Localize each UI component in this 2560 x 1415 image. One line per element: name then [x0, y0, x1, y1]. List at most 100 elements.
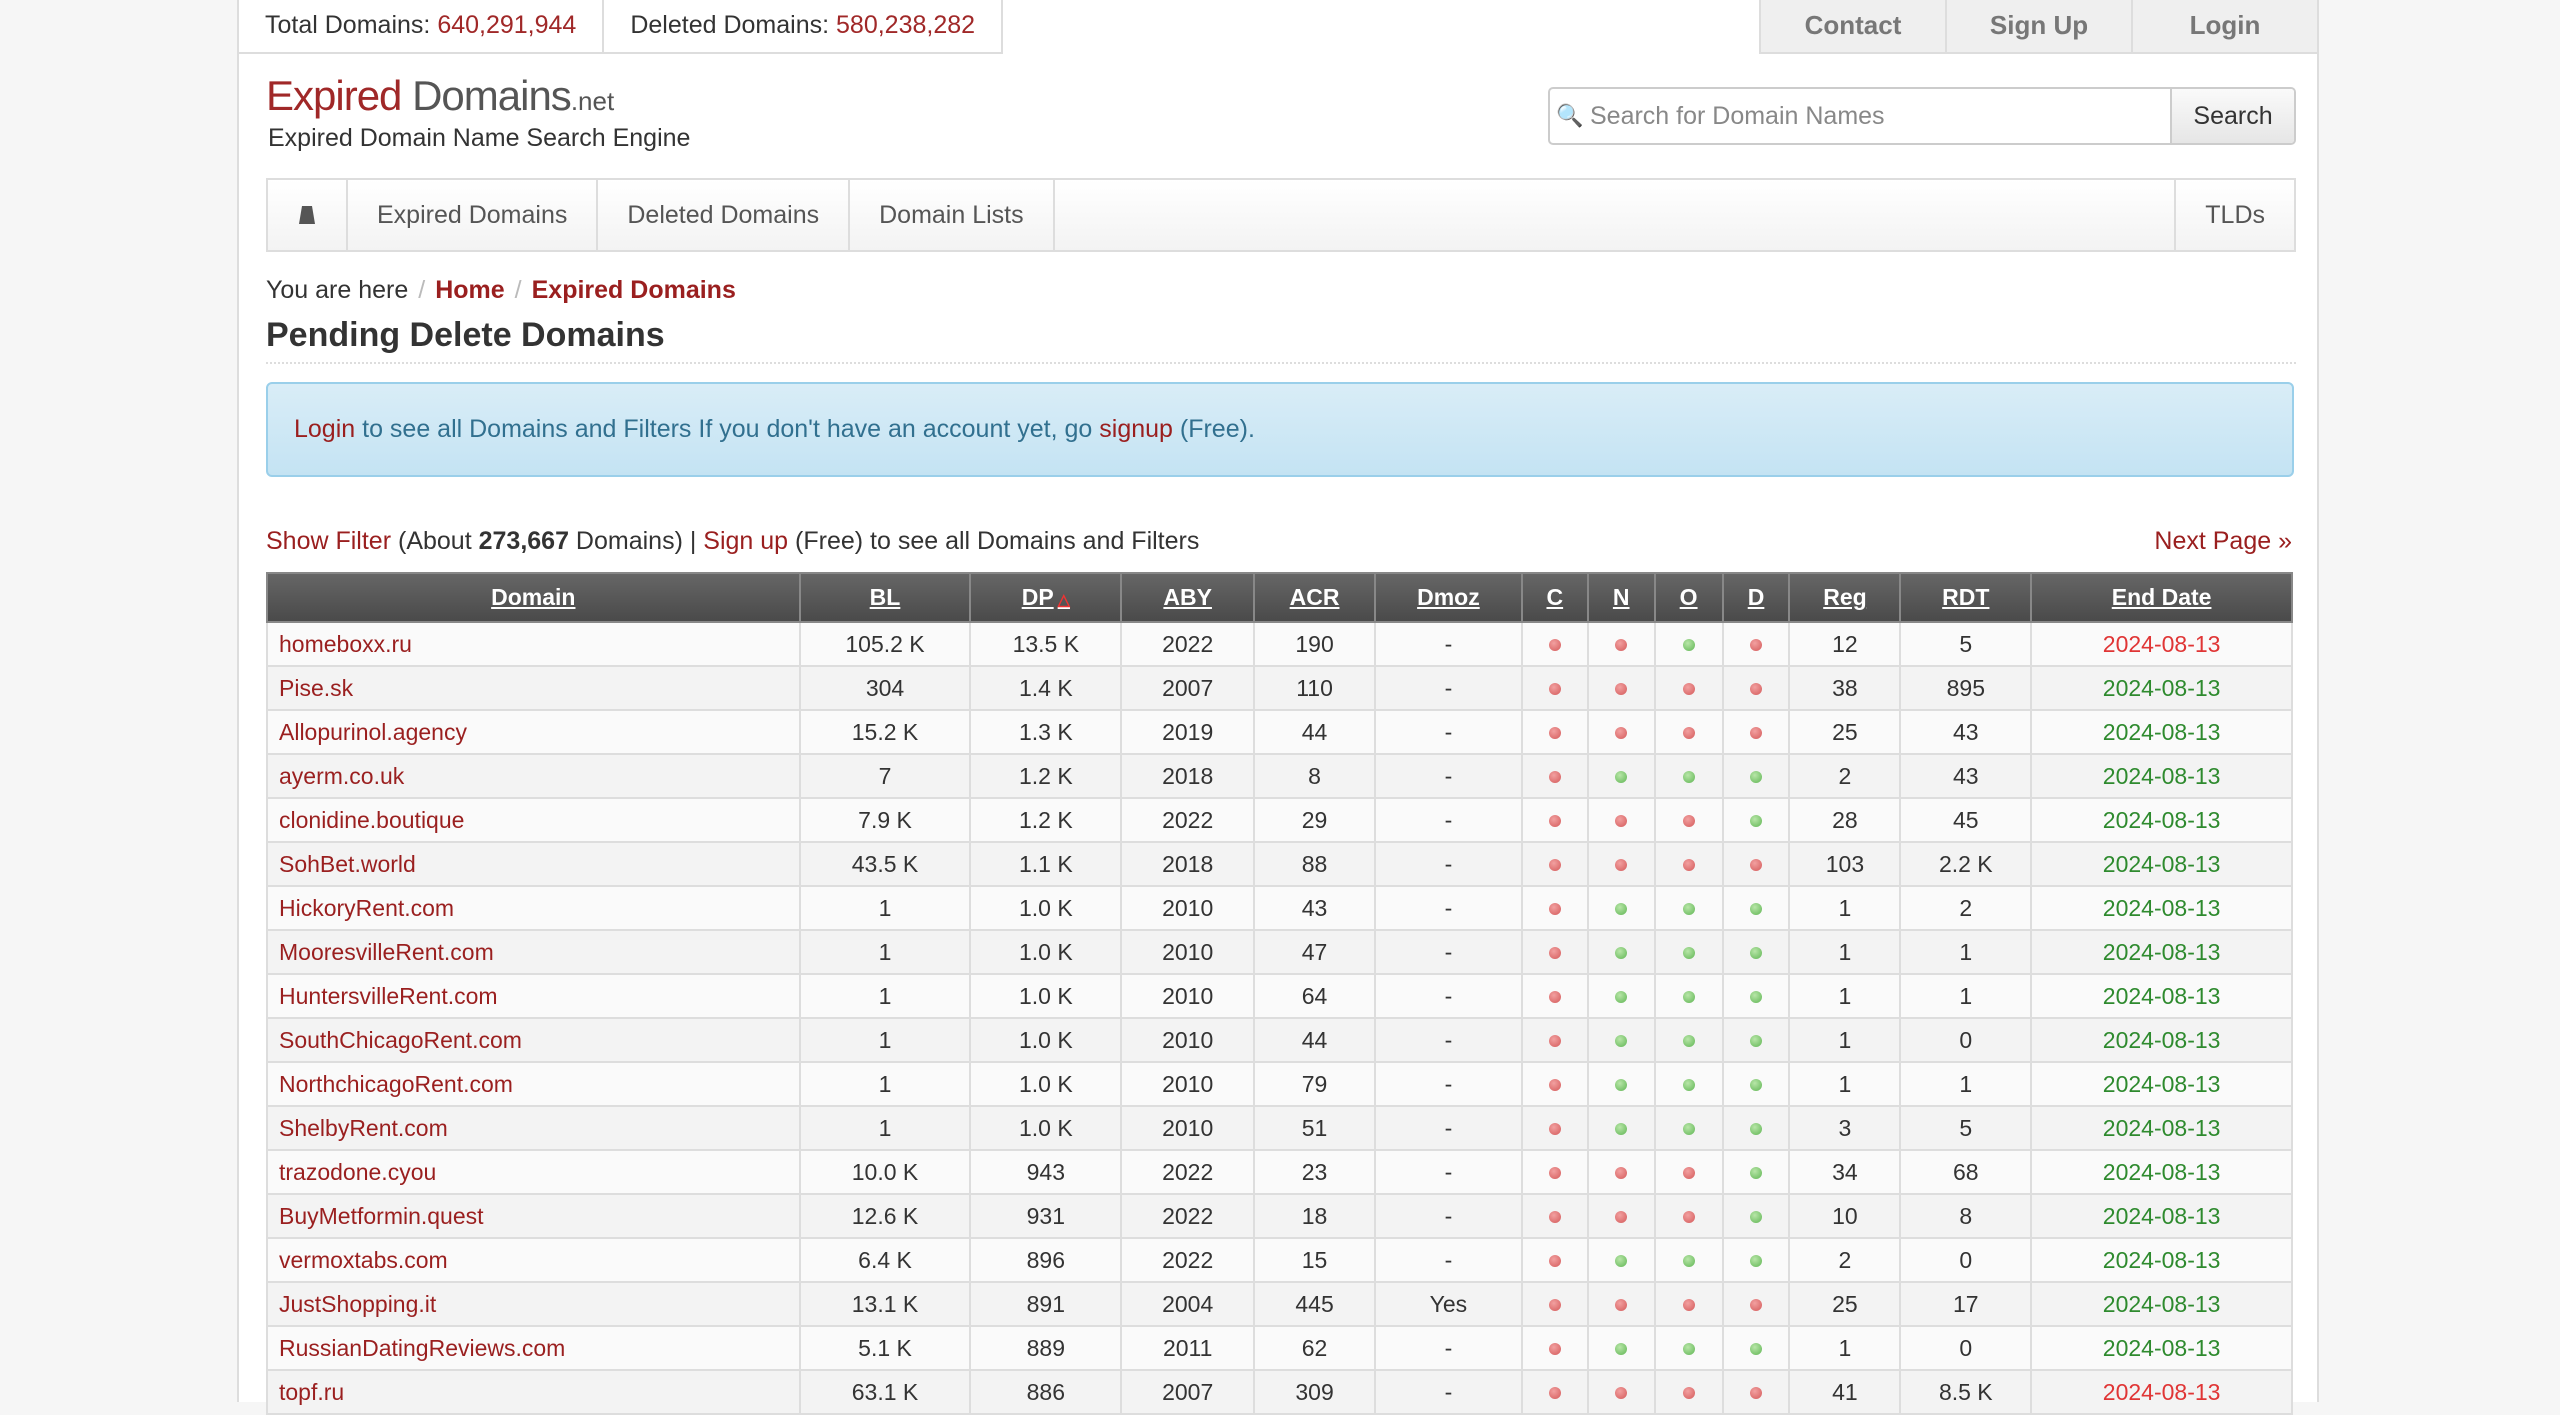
column-header-c[interactable]: C: [1520, 572, 1589, 623]
cell-rdt: 45: [1899, 797, 2033, 843]
column-header-reg[interactable]: Reg: [1788, 572, 1902, 623]
breadcrumb-home[interactable]: Home: [435, 276, 504, 304]
status-cell-o: [1653, 665, 1724, 711]
domain-link[interactable]: JustShopping.it: [279, 1291, 436, 1317]
status-cell-o: [1653, 841, 1724, 887]
table-row: ayerm.co.uk 7 1.2 K 2018 8- 2 43 2024-08-13: [266, 753, 2293, 799]
cell-acr: 445: [1253, 1281, 1376, 1327]
filter-signup-link[interactable]: Sign up: [703, 527, 788, 555]
domain-link[interactable]: Allopurinol.agency: [279, 719, 467, 745]
next-page-link[interactable]: Next Page »: [2154, 527, 2292, 556]
cell-end-date: 2024-08-13: [2030, 1105, 2293, 1151]
breadcrumb-current[interactable]: Expired Domains: [532, 276, 736, 304]
status-cell-n: [1586, 1017, 1656, 1063]
column-header-d[interactable]: D: [1721, 572, 1791, 623]
domain-link[interactable]: trazodone.cyou: [279, 1159, 436, 1185]
signup-button[interactable]: Sign Up: [1945, 0, 2131, 54]
column-header-n[interactable]: N: [1586, 572, 1656, 623]
cell-acr: 44: [1253, 1017, 1376, 1063]
cell-acr: 62: [1253, 1325, 1376, 1371]
unavailable-status-icon: [1750, 683, 1763, 696]
table-row: MooresvilleRent.com 1 1.0 K 2010 47-1 1 2024-0…: [266, 929, 2293, 975]
column-header-aby[interactable]: ABY: [1120, 572, 1256, 623]
filter-bar: Show Filter (About 273,667 Domains) | Si…: [266, 527, 1200, 555]
domain-link[interactable]: SohBet.world: [279, 851, 416, 877]
alert-login-link[interactable]: Login: [294, 415, 355, 443]
show-filter-link[interactable]: Show Filter: [266, 527, 391, 555]
domain-cell: SouthChicagoRent.com: [266, 1017, 801, 1063]
cell-bl: 15.2 K: [798, 709, 972, 755]
domains-table: Domain BL DP △ ABY ACR Dmoz C N O D Reg RDT End Date …: [266, 572, 2293, 1415]
domain-link[interactable]: vermoxtabs.com: [279, 1247, 448, 1273]
status-cell-d: [1721, 797, 1791, 843]
domain-link[interactable]: RussianDatingReviews.com: [279, 1335, 565, 1361]
site-logo[interactable]: Expired Domains.net: [266, 72, 614, 120]
login-button[interactable]: Login: [2131, 0, 2317, 54]
domain-link[interactable]: homeboxx.ru: [279, 631, 412, 657]
cell-dmoz: -: [1373, 797, 1523, 843]
status-cell-n: [1586, 709, 1656, 755]
contact-button[interactable]: Contact: [1759, 0, 1945, 54]
domain-link[interactable]: Pise.sk: [279, 675, 353, 701]
cell-acr: 44: [1253, 709, 1376, 755]
alert-signup-link[interactable]: signup: [1099, 415, 1173, 443]
cell-bl: 10.0 K: [798, 1149, 972, 1195]
domain-link[interactable]: MooresvilleRent.com: [279, 939, 494, 965]
available-status-icon: [1750, 903, 1763, 916]
status-cell-d: [1721, 1017, 1791, 1063]
domain-link[interactable]: BuyMetformin.quest: [279, 1203, 484, 1229]
column-header-o[interactable]: O: [1653, 572, 1724, 623]
stats-bar: Total Domains: 640,291,944 Deleted Domai…: [239, 0, 1004, 54]
column-header-rdt[interactable]: RDT: [1899, 572, 2033, 623]
cell-end-date: 2024-08-13: [2030, 1149, 2293, 1195]
domain-link[interactable]: NorthchicagoRent.com: [279, 1071, 513, 1097]
domain-link[interactable]: clonidine.boutique: [279, 807, 464, 833]
domain-cell: topf.ru: [266, 1369, 801, 1415]
status-cell-c: [1520, 841, 1589, 887]
cell-rdt: 2.2 K: [1899, 841, 2033, 887]
nav-home[interactable]: [268, 180, 348, 250]
column-header-domain[interactable]: Domain: [266, 572, 801, 623]
cell-bl: 1: [798, 929, 972, 975]
cell-end-date: 2024-08-13: [2030, 1281, 2293, 1327]
column-header-bl[interactable]: BL: [798, 572, 972, 623]
unavailable-status-icon: [1548, 1255, 1561, 1268]
column-header-acr[interactable]: ACR: [1253, 572, 1376, 623]
search-input[interactable]: [1590, 89, 2170, 143]
status-cell-n: [1586, 929, 1656, 975]
cell-dmoz: -: [1373, 1325, 1523, 1371]
cell-dmoz: -: [1373, 841, 1523, 887]
status-cell-o: [1653, 1369, 1724, 1415]
domain-link[interactable]: HickoryRent.com: [279, 895, 454, 921]
nav-domain-lists[interactable]: Domain Lists: [850, 180, 1055, 250]
available-status-icon: [1682, 1079, 1695, 1092]
cell-dp: 1.0 K: [969, 1061, 1123, 1107]
nav-deleted-domains[interactable]: Deleted Domains: [598, 180, 851, 250]
cell-reg: 1: [1788, 1325, 1902, 1371]
unavailable-status-icon: [1682, 1211, 1695, 1224]
status-cell-n: [1586, 1105, 1656, 1151]
domain-link[interactable]: HuntersvilleRent.com: [279, 983, 498, 1009]
column-header-dmoz[interactable]: Dmoz: [1373, 572, 1523, 623]
cell-bl: 1: [798, 1061, 972, 1107]
column-header-dp[interactable]: DP △: [969, 572, 1123, 623]
cell-rdt: 0: [1899, 1325, 2033, 1371]
cell-end-date: 2024-08-13: [2030, 1369, 2293, 1415]
cell-dmoz: -: [1373, 1193, 1523, 1239]
account-nav: Contact Sign Up Login: [1759, 0, 2317, 54]
unavailable-status-icon: [1682, 1167, 1695, 1180]
unavailable-status-icon: [1548, 1211, 1561, 1224]
domain-link[interactable]: SouthChicagoRent.com: [279, 1027, 522, 1053]
domain-cell: Allopurinol.agency: [266, 709, 801, 755]
domain-link[interactable]: topf.ru: [279, 1379, 344, 1405]
domain-link[interactable]: ayerm.co.uk: [279, 763, 404, 789]
unavailable-status-icon: [1682, 815, 1695, 828]
cell-acr: 8: [1253, 753, 1376, 799]
nav-expired-domains[interactable]: Expired Domains: [348, 180, 599, 250]
cell-aby: 2007: [1120, 1369, 1256, 1415]
domain-link[interactable]: ShelbyRent.com: [279, 1115, 448, 1141]
unavailable-status-icon: [1548, 727, 1561, 740]
nav-tlds[interactable]: TLDs: [2174, 180, 2294, 250]
search-button[interactable]: Search: [2170, 89, 2294, 143]
column-header-end-date[interactable]: End Date: [2030, 572, 2293, 623]
